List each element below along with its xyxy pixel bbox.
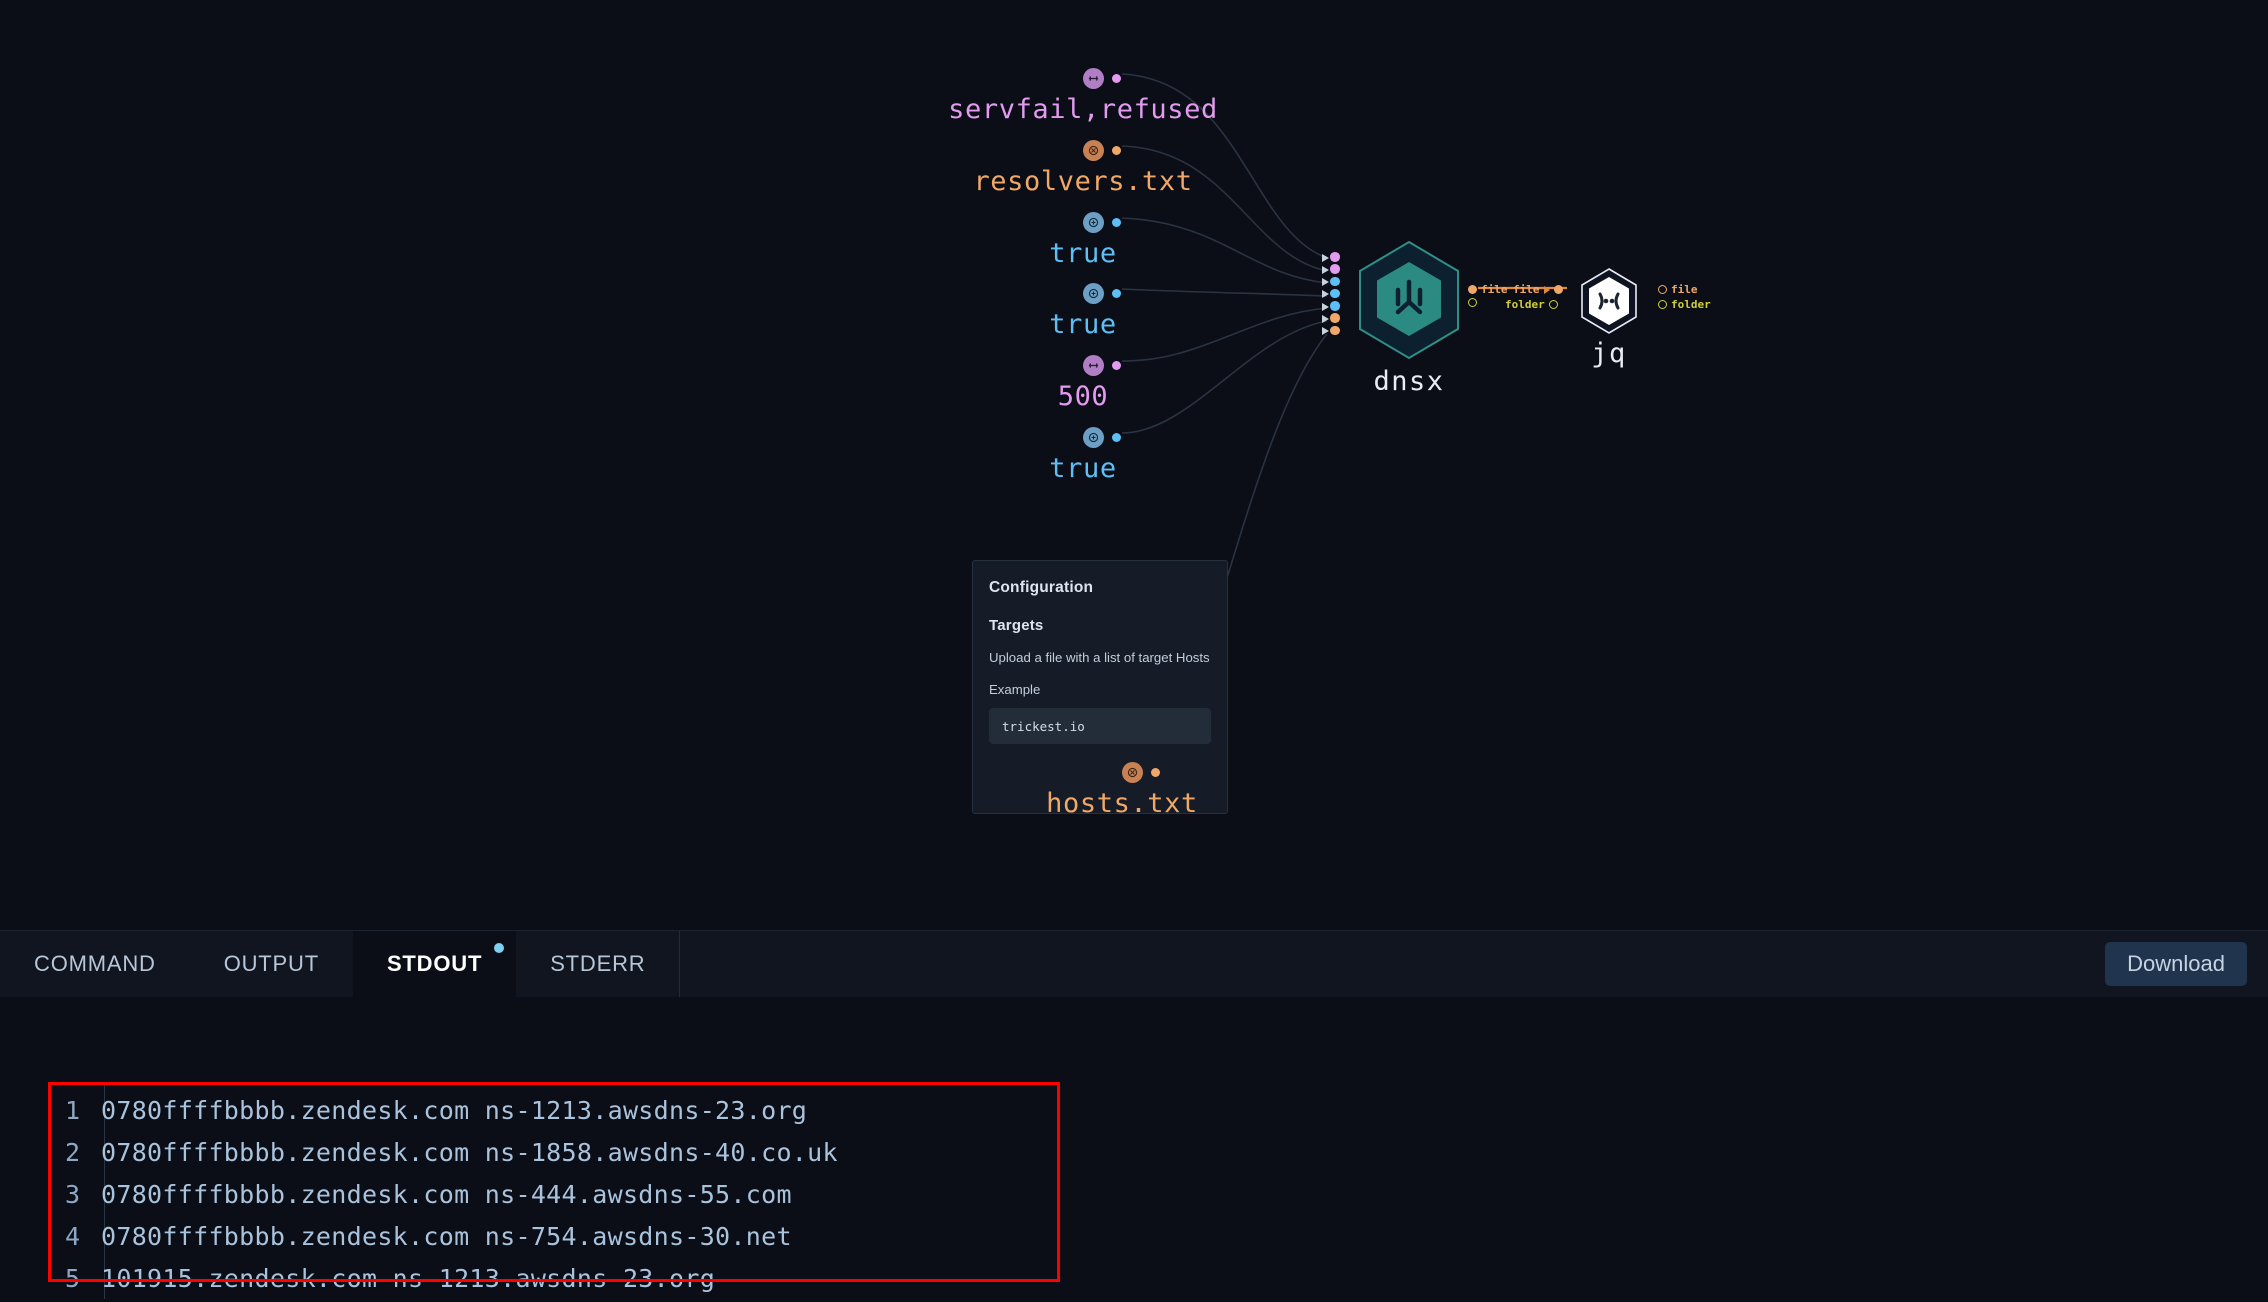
port-dot-empty: [1468, 298, 1477, 307]
output-port-dot[interactable]: [1151, 768, 1160, 777]
new-content-indicator-icon: [494, 943, 505, 953]
stdout-line: 5 101915.zendesk.com ns-1213.awsdns-23.or…: [28, 1257, 838, 1299]
input-node-label: true: [1049, 453, 1117, 484]
boolean-input-icon: [1083, 427, 1104, 448]
workflow-app: servfail,refused resolvers.txt true true…: [0, 0, 2268, 1302]
tab-label: STDERR: [550, 951, 646, 976]
line-text: 0780ffffbbbb.zendesk.com ns-754.awsdns-3…: [101, 1221, 792, 1251]
file-input-icon: [1083, 140, 1104, 161]
port-label: file: [1671, 283, 1698, 296]
output-port-dot[interactable]: [1112, 146, 1121, 155]
boolean-input-icon: [1083, 283, 1104, 304]
line-text: 101915.zendesk.com ns-1213.awsdns-23.org: [101, 1263, 716, 1293]
port-arrow-icon: [1543, 285, 1550, 294]
tab-label: COMMAND: [34, 951, 156, 976]
input-node-label: true: [1049, 309, 1117, 340]
tool-node-label: dnsx: [1373, 366, 1445, 397]
string-input-icon: [1083, 68, 1104, 89]
port-label: folder: [1671, 298, 1711, 311]
output-port-dot[interactable]: [1112, 361, 1121, 370]
panel-example-label: Example: [989, 682, 1041, 697]
port-dot-filled: [1553, 285, 1563, 294]
stdout-line: 2 0780ffffbbbb.zendesk.com ns-1858.awsdns…: [28, 1131, 838, 1173]
input-node-label: hosts.txt: [1046, 788, 1198, 819]
port-dot-filled: [1468, 285, 1477, 294]
dnsx-output-folder[interactable]: [1468, 298, 1477, 307]
jq-output-file[interactable]: file: [1658, 283, 1698, 296]
tab-stderr[interactable]: STDERR: [516, 931, 680, 997]
port-arrow-icon: [1322, 253, 1329, 262]
dnsx-hexagon-icon: [1359, 240, 1459, 360]
boolean-input-icon: [1083, 212, 1104, 233]
port-dot-empty: [1658, 300, 1667, 309]
line-number: 3: [64, 1179, 80, 1209]
output-port-dot[interactable]: [1112, 74, 1121, 83]
tab-label: OUTPUT: [223, 951, 319, 976]
stdout-line: 3 0780ffffbbbb.zendesk.com ns-444.awsdns-…: [28, 1173, 838, 1215]
download-button[interactable]: Download: [2105, 942, 2247, 986]
dnsx-output-file[interactable]: file: [1468, 283, 1508, 296]
port-arrow-icon: [1322, 302, 1329, 311]
port-label: file: [1513, 283, 1540, 296]
output-port-dot[interactable]: [1112, 433, 1121, 442]
line-number: 1: [64, 1095, 80, 1125]
port-label: folder: [1505, 298, 1545, 311]
output-port-dot[interactable]: [1112, 218, 1121, 227]
stdout-line: 4 0780ffffbbbb.zendesk.com ns-754.awsdns-…: [28, 1215, 838, 1257]
line-text: 0780ffffbbbb.zendesk.com ns-1858.awsdns-…: [101, 1137, 838, 1167]
panel-section-title: Targets: [989, 617, 1044, 634]
port-arrow-icon: [1322, 278, 1329, 287]
input-node-label: true: [1049, 238, 1117, 269]
stdout-console[interactable]: 1 0780ffffbbbb.zendesk.com ns-1213.awsdns…: [0, 997, 2268, 1302]
results-tab-bar: COMMAND OUTPUT STDOUT STDERR Download: [0, 931, 2268, 997]
panel-title: Configuration: [989, 579, 1094, 596]
number-input-icon: [1083, 355, 1104, 376]
tool-node-label: jq: [1591, 338, 1627, 369]
line-number: 5: [64, 1263, 80, 1293]
configuration-panel[interactable]: Configuration Targets Upload a file with…: [972, 560, 1228, 814]
jq-input-file[interactable]: file: [1513, 283, 1563, 296]
jq-input-folder[interactable]: folder: [1505, 298, 1558, 311]
port-arrow-icon: [1322, 327, 1329, 336]
jq-output-folder[interactable]: folder: [1658, 298, 1711, 311]
line-number: 2: [64, 1137, 80, 1167]
line-text: 0780ffffbbbb.zendesk.com ns-444.awsdns-5…: [101, 1179, 792, 1209]
line-number: 4: [64, 1221, 80, 1251]
results-panel: COMMAND OUTPUT STDOUT STDERR Download 10…: [0, 930, 2268, 1302]
tab-stdout[interactable]: STDOUT: [352, 931, 517, 997]
port-label: file: [1481, 283, 1508, 296]
port-arrow-icon: [1322, 265, 1329, 274]
example-value-field[interactable]: trickest.io: [989, 708, 1211, 744]
tab-bar-filler: [679, 931, 2268, 997]
stdout-line-list: 1 0780ffffbbbb.zendesk.com ns-1213.awsdns…: [28, 1089, 838, 1302]
tool-node-jq[interactable]: jq: [1580, 268, 1638, 369]
input-node-label: resolvers.txt: [973, 166, 1193, 197]
line-text: 0780ffffbbbb.zendesk.com ns-1213.awsdns-…: [101, 1095, 808, 1125]
port-arrow-icon: [1322, 314, 1329, 323]
panel-description: Upload a file with a list of target Host…: [989, 650, 1210, 665]
tool-node-dnsx[interactable]: dnsx: [1356, 240, 1462, 397]
tab-output[interactable]: OUTPUT: [189, 931, 353, 997]
port-dot-empty: [1658, 285, 1667, 294]
port-dot-empty: [1548, 300, 1558, 309]
stdout-line: 1 0780ffffbbbb.zendesk.com ns-1213.awsdns…: [28, 1089, 838, 1131]
port-arrow-icon: [1322, 290, 1329, 299]
file-input-icon: [1122, 762, 1143, 783]
input-node-label: servfail,refused: [948, 94, 1218, 125]
output-port-dot[interactable]: [1112, 289, 1121, 298]
jq-hexagon-icon: [1581, 268, 1637, 334]
tab-label: STDOUT: [386, 951, 483, 976]
input-node-label: 500: [1057, 381, 1109, 412]
tab-command[interactable]: COMMAND: [0, 931, 190, 997]
workflow-canvas[interactable]: servfail,refused resolvers.txt true true…: [0, 0, 2268, 930]
